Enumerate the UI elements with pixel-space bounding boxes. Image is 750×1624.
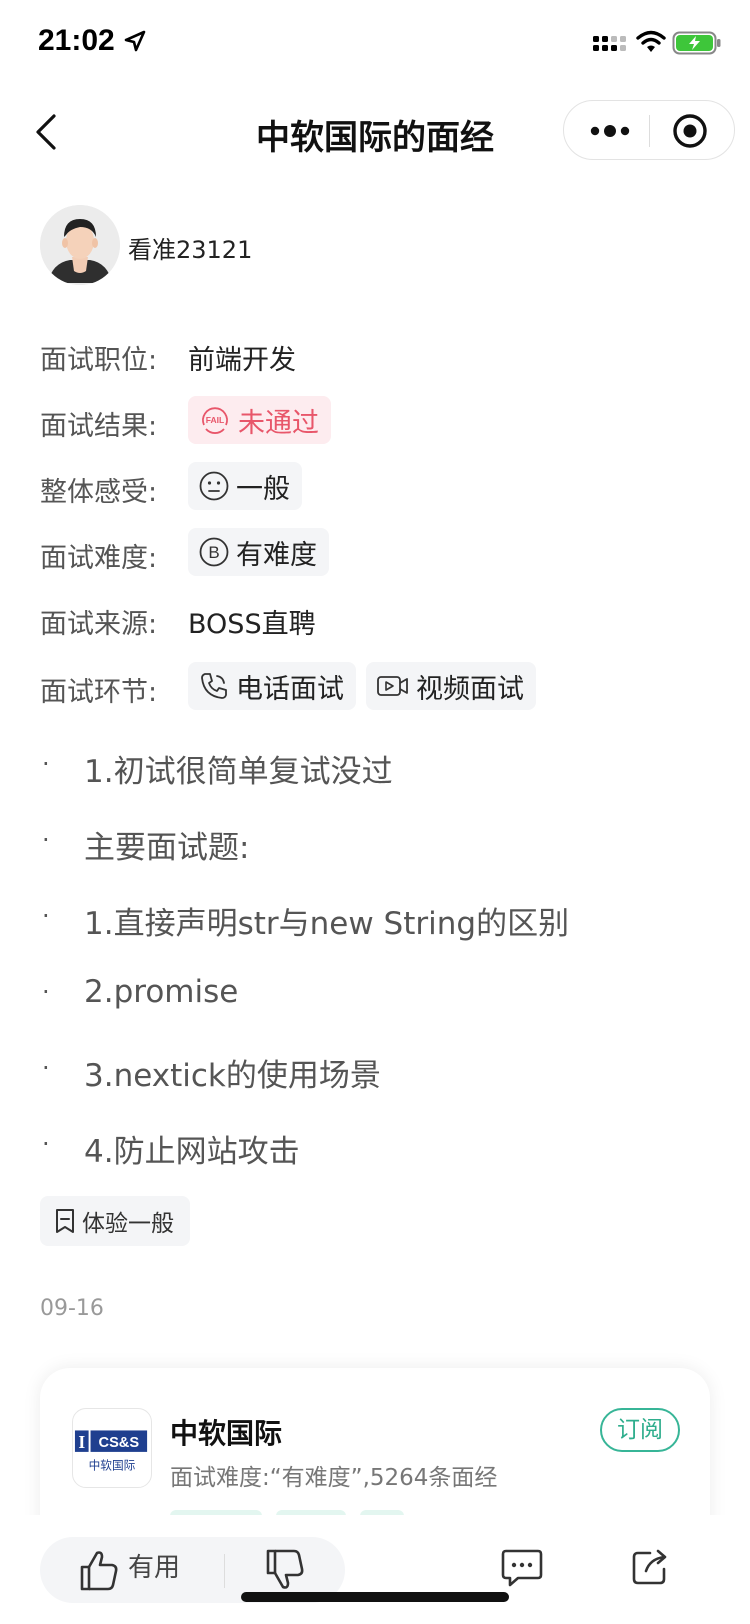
bookmark-icon <box>56 1209 74 1233</box>
cellular-signal-icon <box>593 36 626 51</box>
bullet-dot: · <box>42 978 50 1006</box>
bullet-dot: · <box>42 750 50 778</box>
bullet-dot: · <box>42 1054 50 1082</box>
company-logo: I CS&S 中软国际 <box>72 1408 152 1488</box>
bullet-dot: · <box>42 902 50 930</box>
list-item: · 1.初试很简单复试没过 <box>40 746 720 822</box>
source-value: BOSS直聘 <box>188 609 316 640</box>
close-mini-program-icon[interactable] <box>672 113 708 149</box>
nav-bar: 中软国际的面经 <box>0 88 750 176</box>
battery-charging-icon <box>672 31 721 55</box>
stage-value-video: 视频面试 <box>416 673 524 705</box>
fail-stamp-icon: FAIL <box>202 407 228 434</box>
position-value: 前端开发 <box>188 345 296 376</box>
content-line: 1.直接声明str与new String的区别 <box>84 906 570 942</box>
difficulty-chip: B 有难度 <box>188 528 329 576</box>
result-chip: FAIL 未通过 <box>188 396 331 444</box>
thumbs-up-icon[interactable] <box>78 1547 120 1593</box>
useful-label[interactable]: 有用 <box>128 1547 180 1584</box>
list-item: · 3.nextick的使用场景 <box>40 1050 720 1126</box>
wifi-icon <box>636 30 666 52</box>
source-label: 面试来源: <box>40 609 158 640</box>
bullet-dot: · <box>42 826 50 854</box>
video-icon <box>377 676 408 696</box>
difficulty-grade-icon: B <box>199 537 229 567</box>
list-item: · 4.防止网站攻击 <box>40 1126 720 1202</box>
feeling-value: 一般 <box>236 473 290 505</box>
capsule-divider <box>649 115 650 147</box>
company-logo-mark: CS&S <box>99 1435 140 1451</box>
list-item: · 主要面试题: <box>40 822 720 898</box>
company-logo-letter: I <box>78 1432 85 1452</box>
result-value: 未通过 <box>238 407 319 439</box>
share-icon[interactable] <box>630 1547 670 1587</box>
thumbs-down-icon[interactable] <box>264 1547 306 1593</box>
stage-chip-phone: 电话面试 <box>188 662 356 710</box>
location-arrow-icon <box>124 30 146 52</box>
stage-value-phone: 电话面试 <box>236 673 344 705</box>
mini-program-capsule <box>563 100 735 160</box>
list-item: · 1.直接声明str与new String的区别 <box>40 898 720 974</box>
content-line: 3.nextick的使用场景 <box>84 1058 381 1094</box>
result-label: 面试结果: <box>40 411 158 442</box>
stage-label: 面试环节: <box>40 677 158 708</box>
author-name: 看准23121 <box>128 236 253 264</box>
content-line: 1.初试很简单复试没过 <box>84 754 393 790</box>
company-logo-text: 中软国际 <box>89 1458 136 1472</box>
fail-stamp-text: FAIL <box>206 415 224 425</box>
list-item: · 2.promise <box>40 974 720 1050</box>
subscribe-button[interactable]: 订阅 <box>600 1408 680 1452</box>
feedback-divider <box>224 1554 225 1588</box>
comment-icon[interactable] <box>500 1547 544 1589</box>
stage-chip-video: 视频面试 <box>366 662 536 710</box>
avatar[interactable] <box>40 205 120 285</box>
experience-tag-label: 体验一般 <box>82 1211 174 1237</box>
feeling-chip: 一般 <box>188 462 302 510</box>
bottom-action-bar: 有用 <box>0 1515 750 1624</box>
feeling-label: 整体感受: <box>40 477 158 508</box>
neutral-face-icon <box>199 471 229 501</box>
content-line: 4.防止网站攻击 <box>84 1134 300 1170</box>
content-line: 主要面试题: <box>84 830 250 866</box>
phone-icon <box>201 673 227 699</box>
status-time: 21:02 <box>38 24 115 57</box>
difficulty-value: 有难度 <box>236 539 317 571</box>
difficulty-grade-letter: B <box>208 543 219 562</box>
experience-tag: 体验一般 <box>40 1196 190 1246</box>
content-line: 2.promise <box>84 974 239 1010</box>
interview-content: · 1.初试很简单复试没过 · 主要面试题: · 1.直接声明str与new S… <box>40 746 720 1202</box>
status-bar: 21:02 <box>0 0 750 88</box>
more-icon[interactable] <box>588 119 632 143</box>
home-indicator <box>241 1592 509 1602</box>
company-name[interactable]: 中软国际 <box>170 1412 282 1452</box>
post-date: 09-16 <box>40 1296 104 1321</box>
bullet-dot: · <box>42 1130 50 1158</box>
difficulty-label: 面试难度: <box>40 543 158 574</box>
company-description: 面试难度:“有难度”,5264条面经 <box>170 1465 498 1491</box>
position-label: 面试职位: <box>40 345 158 376</box>
